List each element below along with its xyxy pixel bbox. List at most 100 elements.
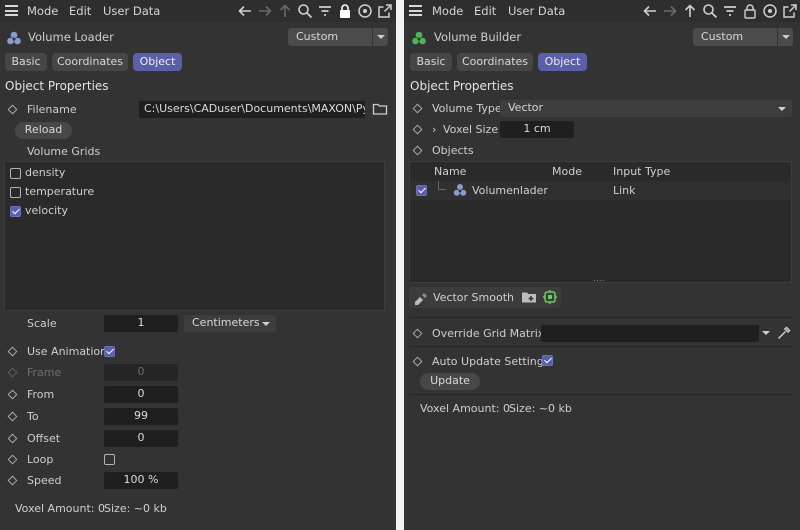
filename-field[interactable]: C:\Users\CADuser\Documents\MAXON\Pyro [139, 101, 365, 118]
divider [409, 346, 794, 347]
chevron-down-icon[interactable] [372, 28, 388, 46]
update-button[interactable]: Update [420, 373, 480, 390]
hamburger-icon[interactable] [409, 5, 422, 16]
menu-edit[interactable]: Edit [69, 4, 91, 18]
folder-icon[interactable] [372, 101, 388, 117]
vector-smooth-button[interactable]: Vector Smooth [433, 291, 514, 304]
lock-icon[interactable] [337, 3, 353, 19]
scale-unit-value: Centimeters [192, 316, 260, 329]
lock-icon[interactable] [742, 3, 758, 19]
section-title: Object Properties [5, 79, 109, 93]
row-name: Volumenlader [472, 184, 548, 197]
loop-checkbox[interactable] [104, 454, 115, 465]
keyframe-diamond-icon[interactable] [412, 124, 423, 135]
object-name: Volume Builder [434, 30, 522, 44]
target-icon[interactable] [762, 3, 778, 19]
offset-field[interactable]: 0 [104, 430, 178, 447]
layer-dropdown[interactable]: Custom [288, 28, 388, 46]
to-field[interactable]: 99 [104, 408, 178, 425]
chevron-down-icon[interactable] [762, 331, 770, 335]
keyframe-diamond-icon [7, 367, 18, 378]
volume-type-dropdown[interactable]: Vector [500, 100, 792, 117]
arrow-left-icon[interactable] [642, 3, 658, 19]
tab-basic[interactable]: Basic [5, 53, 47, 71]
tab-object[interactable]: Object [133, 53, 182, 71]
add-filter-icon[interactable] [542, 289, 558, 305]
frame-label: Frame [27, 366, 62, 379]
grid-velocity-label: velocity [25, 204, 68, 217]
keyframe-diamond-icon[interactable] [7, 454, 18, 465]
keyframe-diamond-icon[interactable] [412, 356, 423, 367]
arrow-right-icon[interactable] [662, 3, 678, 19]
chevron-right-icon[interactable]: › [432, 123, 436, 136]
auto-update-checkbox[interactable] [542, 355, 553, 366]
menu-user-data[interactable]: User Data [103, 4, 160, 18]
section-title: Object Properties [410, 79, 514, 93]
search-icon[interactable] [702, 3, 718, 19]
scale-label: Scale [27, 317, 57, 330]
keyframe-diamond-icon[interactable] [7, 389, 18, 400]
grid-velocity-checkbox[interactable] [10, 206, 21, 217]
voxel-amount-text: Voxel Amount: 0 [420, 402, 510, 415]
keyframe-diamond-icon[interactable] [7, 411, 18, 422]
target-icon[interactable] [357, 3, 373, 19]
objects-list[interactable]: Name Mode Input Type Volumenlader Link [409, 161, 792, 283]
popout-icon[interactable] [782, 3, 798, 19]
keyframe-diamond-icon[interactable] [412, 328, 423, 339]
volume-grids-label: Volume Grids [27, 145, 101, 158]
grid-density-checkbox[interactable] [10, 168, 21, 179]
use-animation-checkbox[interactable] [104, 346, 115, 357]
arrow-right-icon[interactable] [257, 3, 273, 19]
volume-type-label: Volume Type [432, 102, 502, 115]
keyframe-diamond-icon[interactable] [7, 433, 18, 444]
keyframe-diamond-icon[interactable] [412, 103, 423, 114]
tab-object[interactable]: Object [538, 53, 587, 71]
scale-field[interactable]: 1 [104, 315, 178, 332]
tab-coordinates[interactable]: Coordinates [52, 53, 128, 71]
chevron-down-icon[interactable] [777, 28, 793, 46]
keyframe-diamond-icon[interactable] [7, 475, 18, 486]
menu-mode[interactable]: Mode [27, 4, 58, 18]
arrow-up-icon[interactable] [277, 3, 293, 19]
speed-field[interactable]: 100 % [104, 472, 178, 489]
menu-edit[interactable]: Edit [474, 4, 496, 18]
override-grid-matrix-field[interactable] [541, 325, 759, 342]
menu-user-data[interactable]: User Data [508, 4, 565, 18]
filter-icon[interactable] [317, 3, 333, 19]
add-folder-icon[interactable] [521, 289, 537, 305]
eyedropper-icon[interactable] [776, 325, 792, 341]
grid-density-label: density [25, 166, 66, 179]
table-row[interactable]: Volumenlader Link [410, 181, 791, 200]
object-name: Volume Loader [28, 30, 114, 44]
resize-handle[interactable]: .... [593, 274, 604, 284]
voxel-size-label: Voxel Size [443, 123, 499, 136]
keyframe-diamond-icon[interactable] [7, 104, 18, 115]
menu-mode[interactable]: Mode [432, 4, 463, 18]
menu-bar: Mode Edit User Data [0, 0, 396, 22]
arrow-left-icon[interactable] [237, 3, 253, 19]
volume-grids-list[interactable]: density temperature velocity [4, 161, 385, 311]
column-mode[interactable]: Mode [552, 165, 582, 178]
arrow-up-icon[interactable] [682, 3, 698, 19]
row-input-type: Link [613, 184, 636, 197]
offset-label: Offset [27, 432, 61, 445]
keyframe-diamond-icon[interactable] [7, 346, 18, 357]
attribute-manager-volume-loader: Mode Edit User Data Volume Loader Custom… [0, 0, 396, 530]
from-field[interactable]: 0 [104, 386, 178, 403]
column-name[interactable]: Name [434, 165, 466, 178]
attribute-manager-volume-builder: Mode Edit User Data Volume Builder Custo… [404, 0, 800, 530]
popout-icon[interactable] [377, 3, 393, 19]
grid-temperature-checkbox[interactable] [10, 187, 21, 198]
layer-dropdown[interactable]: Custom [693, 28, 793, 46]
voxel-size-field[interactable]: 1 cm [500, 121, 574, 138]
column-input-type[interactable]: Input Type [613, 165, 670, 178]
tab-coordinates[interactable]: Coordinates [457, 53, 533, 71]
hamburger-icon[interactable] [5, 5, 18, 16]
tab-basic[interactable]: Basic [410, 53, 452, 71]
reload-button[interactable]: Reload [15, 122, 72, 139]
filter-icon[interactable] [722, 3, 738, 19]
search-icon[interactable] [297, 3, 313, 19]
scale-unit-dropdown[interactable]: Centimeters [184, 315, 276, 332]
row-enabled-checkbox[interactable] [416, 185, 427, 196]
keyframe-diamond-icon[interactable] [412, 145, 423, 156]
